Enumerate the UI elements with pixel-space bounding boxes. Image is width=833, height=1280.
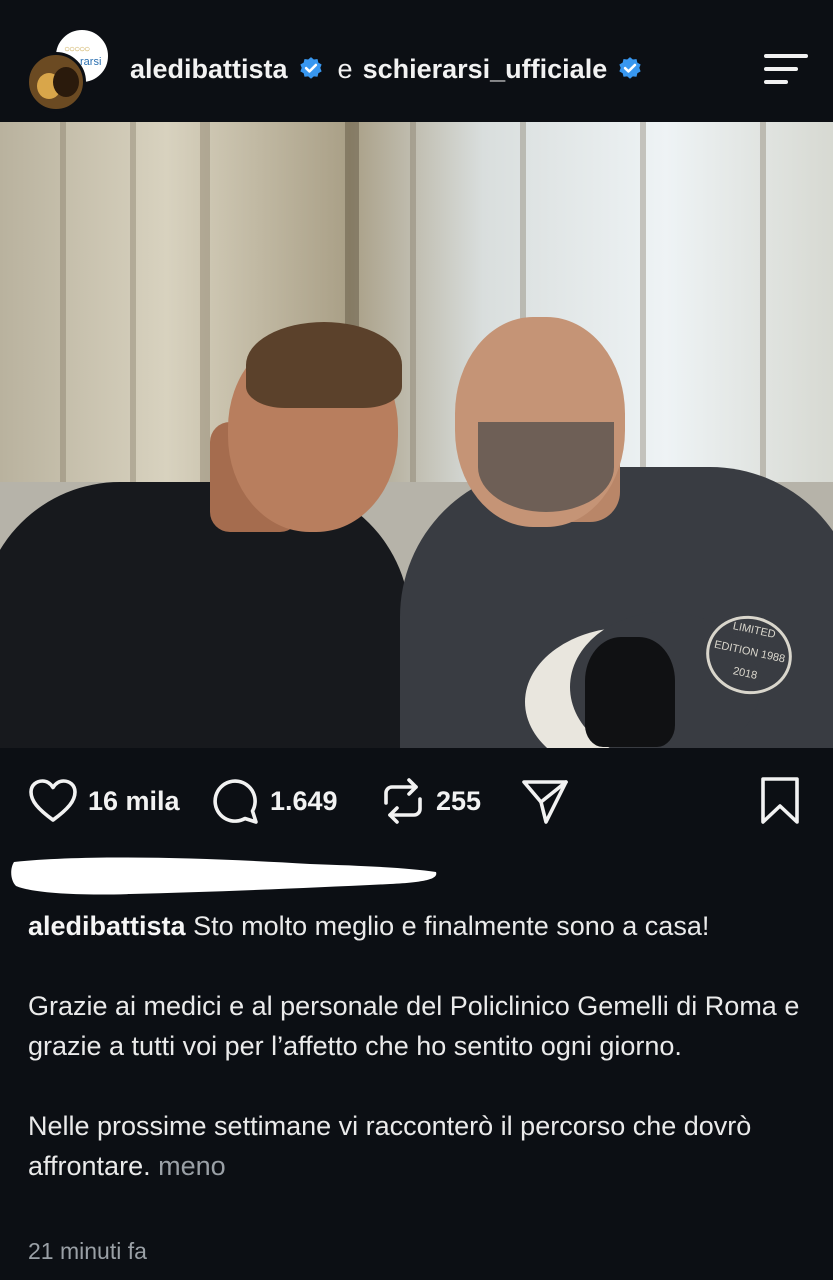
bookmark-icon <box>761 777 799 824</box>
caption-paragraph-3-text: Nelle prossime settimane vi racconterò i… <box>28 1111 752 1181</box>
aledibattista-avatar[interactable] <box>26 52 86 112</box>
post-timestamp: 21 minuti fa <box>28 1238 147 1264</box>
likes-count: 16 mila <box>88 785 180 816</box>
comment-button[interactable]: 1.649 <box>210 776 338 826</box>
less-link[interactable]: meno <box>158 1151 226 1181</box>
username-schierarsi[interactable]: schierarsi_ufficiale <box>363 54 608 85</box>
menu-icon[interactable] <box>762 54 808 84</box>
verified-badge-icon <box>619 57 641 79</box>
like-button[interactable]: 16 mila <box>28 776 180 826</box>
post-header: ○○○○○ rarsi aledibattista e schierarsi_u… <box>0 0 833 122</box>
comment-icon <box>213 779 258 824</box>
repost-icon <box>384 778 422 824</box>
caption-paragraph-3: Nelle prossime settimane vi racconterò i… <box>28 1106 818 1186</box>
caption-first-line: aledibattista Sto molto meglio e finalme… <box>28 906 818 946</box>
username-conjunction: e <box>337 53 353 84</box>
username-aledibattista[interactable]: aledibattista <box>130 54 288 85</box>
post-caption: aledibattista Sto molto meglio e finalme… <box>28 906 818 1186</box>
avatar-logo-text: rarsi <box>80 56 102 68</box>
bookmark-button[interactable] <box>758 776 802 826</box>
caption-paragraph-2: Grazie ai medici e al personale del Poli… <box>28 991 800 1061</box>
post-photo[interactable]: LIMITED EDITION 1988 2018 <box>0 122 833 748</box>
share-button[interactable] <box>520 776 570 826</box>
heart-icon <box>29 779 77 822</box>
cat-shirt-graphic <box>585 637 675 747</box>
share-icon <box>522 780 568 824</box>
redacted-liked-by-line <box>11 857 437 895</box>
collab-usernames: aledibattista e schierarsi_ufficiale <box>130 52 643 86</box>
reposts-count: 255 <box>436 785 482 816</box>
olympic-rings-logo: ○○○○○ <box>64 44 90 55</box>
comments-count: 1.649 <box>270 785 338 816</box>
post-actions: 16 mila 1.649 255 <box>0 770 833 830</box>
caption-line1: Sto molto meglio e finalmente sono a cas… <box>193 911 710 941</box>
caption-username[interactable]: aledibattista <box>28 911 186 941</box>
verified-badge-icon <box>299 57 322 79</box>
repost-button[interactable]: 255 <box>380 776 481 826</box>
